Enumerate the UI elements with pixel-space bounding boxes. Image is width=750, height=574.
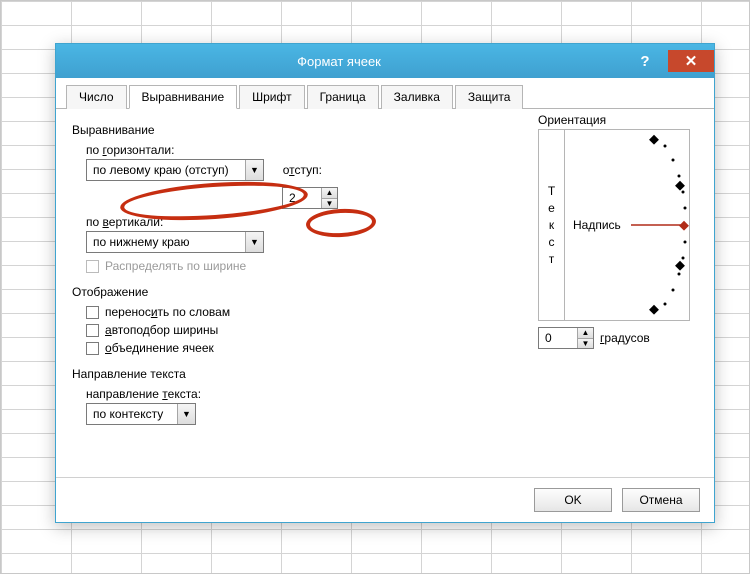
indent-label: отступ: <box>283 163 322 177</box>
tab-protection[interactable]: Защита <box>455 85 524 109</box>
tab-number[interactable]: Число <box>66 85 127 109</box>
close-button[interactable]: ✕ <box>668 50 714 72</box>
spinner-down-icon[interactable]: ▼ <box>322 198 337 209</box>
tabstrip: Число Выравнивание Шрифт Граница Заливка… <box>56 78 714 109</box>
orientation-panel[interactable]: Текст Надпись <box>538 129 690 321</box>
merge-label: объединение ячеек <box>105 341 214 355</box>
direction-combo[interactable]: по контексту ▼ <box>86 403 196 425</box>
textdirection-group-title: Направление текста <box>72 367 698 381</box>
wrap-checkbox[interactable] <box>86 306 99 319</box>
horizontal-combo[interactable]: по левому краю (отступ) ▼ <box>86 159 264 181</box>
chevron-down-icon: ▼ <box>245 160 263 180</box>
horizontal-value: по левому краю (отступ) <box>87 163 245 177</box>
degrees-label: градусов <box>600 331 650 345</box>
shrink-checkbox[interactable] <box>86 324 99 337</box>
dialog-footer: OK Отмена <box>56 477 714 522</box>
indent-value: 2 <box>283 188 321 208</box>
vertical-value: по нижнему краю <box>87 235 245 249</box>
spinner-up-icon[interactable]: ▲ <box>322 188 337 198</box>
titlebar: Формат ячеек ? ✕ <box>56 44 714 78</box>
degrees-spinner[interactable]: 0 ▲ ▼ <box>538 327 594 349</box>
window-title: Формат ячеек <box>56 54 622 69</box>
shrink-label: автоподбор ширины <box>105 323 218 337</box>
chevron-down-icon: ▼ <box>245 232 263 252</box>
direction-value: по контексту <box>87 407 177 421</box>
cancel-button[interactable]: Отмена <box>622 488 700 512</box>
direction-label: направление текста: <box>86 387 698 401</box>
ok-button[interactable]: OK <box>534 488 612 512</box>
format-cells-dialog: Формат ячеек ? ✕ Число Выравнивание Шриф… <box>55 43 715 523</box>
orientation-vertical-button[interactable]: Текст <box>539 130 565 320</box>
tab-alignment[interactable]: Выравнивание <box>129 85 238 109</box>
degrees-value: 0 <box>539 328 577 348</box>
tab-content: Выравнивание по горизонтали: по левому к… <box>56 109 714 477</box>
distribute-label: Распределять по ширине <box>105 259 246 273</box>
spinner-down-icon[interactable]: ▼ <box>578 338 593 349</box>
orientation-dial[interactable]: Надпись <box>565 130 689 320</box>
spinner-up-icon[interactable]: ▲ <box>578 328 593 338</box>
chevron-down-icon: ▼ <box>177 404 195 424</box>
indent-spinner[interactable]: 2 ▲ ▼ <box>282 187 338 209</box>
distribute-checkbox <box>86 260 99 273</box>
tab-border[interactable]: Граница <box>307 85 379 109</box>
tab-font[interactable]: Шрифт <box>239 85 304 109</box>
merge-checkbox[interactable] <box>86 342 99 355</box>
help-button[interactable]: ? <box>622 50 668 72</box>
orientation-group-title: Ориентация <box>538 113 698 127</box>
tab-fill[interactable]: Заливка <box>381 85 453 109</box>
vertical-combo[interactable]: по нижнему краю ▼ <box>86 231 264 253</box>
wrap-label: переносить по словам <box>105 305 230 319</box>
